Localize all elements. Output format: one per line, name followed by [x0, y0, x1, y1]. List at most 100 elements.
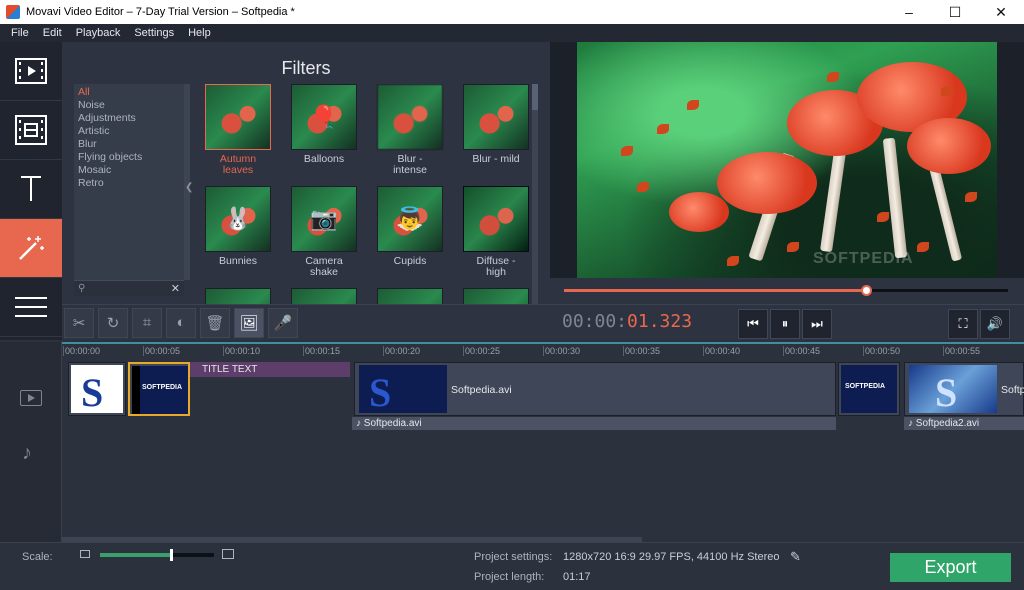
clip-thumbnail-s: S: [369, 370, 392, 413]
filter-label: Blur - intense: [393, 153, 427, 176]
video-clip[interactable]: S: [68, 362, 126, 416]
category-blur[interactable]: Blur: [74, 138, 184, 151]
pencil-icon[interactable]: ✎: [790, 549, 801, 565]
timeline-ruler[interactable]: 00:00:00 00:00:05 00:00:10 00:00:15 00:0…: [62, 342, 1024, 360]
text-icon: [21, 176, 41, 201]
menu-edit[interactable]: Edit: [36, 27, 69, 39]
tool-sidebar: [0, 42, 62, 340]
crop-button[interactable]: ⌗: [132, 307, 162, 338]
filter-item-diffuse-high[interactable]: Diffuse - high: [456, 186, 534, 278]
clip-thumbnail-text: SOFTPEDIA: [845, 383, 886, 390]
category-mosaic[interactable]: Mosaic: [74, 164, 184, 177]
filter-item-partial[interactable]: [198, 288, 278, 304]
edit-toolbar: ✂ ↻ ⌗ ◐ 🗑 🖼 🎤: [62, 304, 550, 340]
preview-frame[interactable]: SOFTPEDIA: [577, 42, 997, 278]
ruler-tick: 00:00:05: [142, 346, 181, 356]
timecode-live: 01.323: [627, 311, 693, 332]
project-length-label: Project length:: [474, 571, 545, 583]
watermark: SOFTPEDIA: [813, 250, 914, 267]
close-button[interactable]: ✕: [978, 0, 1024, 24]
timeline-tracks: S SOFTPEDIA TITLE TEXT S Softpedia.avi S…: [62, 360, 1024, 542]
filter-item-bunnies[interactable]: 🐰 Bunnies: [198, 186, 278, 267]
filters-title: Filters: [281, 58, 331, 78]
clip-name: Softp: [1001, 384, 1024, 396]
transitions-tab[interactable]: [0, 101, 62, 160]
leaf: [687, 100, 699, 110]
collapse-arrow-icon[interactable]: ❮: [185, 182, 193, 193]
menu-help[interactable]: Help: [181, 27, 218, 39]
filter-item-camera-shake[interactable]: 📷 Camera shake: [284, 186, 364, 278]
leaf: [621, 146, 633, 156]
menu-settings[interactable]: Settings: [127, 27, 181, 39]
titles-tab[interactable]: [0, 160, 62, 219]
scrollbar-thumb[interactable]: [532, 84, 538, 110]
export-button[interactable]: Export: [890, 553, 1011, 582]
category-noise[interactable]: Noise: [74, 99, 184, 112]
clip-thumbnail: S: [359, 365, 447, 413]
filter-thumbnail: 👼: [377, 186, 443, 252]
next-frame-button[interactable]: ⏭: [802, 309, 832, 339]
video-clip[interactable]: S Softpedia.avi: [354, 362, 836, 416]
filter-item-blur-intense[interactable]: Blur - intense: [370, 84, 450, 176]
pause-button[interactable]: ⏸: [770, 309, 800, 339]
ruler-tick: 00:00:00: [62, 346, 101, 356]
zoom-in-icon[interactable]: [222, 549, 234, 559]
leaf: [637, 182, 649, 192]
video-clip[interactable]: S Softp: [904, 362, 1024, 416]
filter-search-input[interactable]: ⚲ ✕: [74, 280, 184, 296]
video-clip-selected[interactable]: SOFTPEDIA: [128, 362, 190, 416]
menu-playback[interactable]: Playback: [69, 27, 128, 39]
color-adjust-button[interactable]: ◐: [166, 307, 196, 338]
scale-fill: [100, 553, 171, 557]
category-artistic[interactable]: Artistic: [74, 125, 184, 138]
image-properties-button[interactable]: 🖼: [234, 307, 264, 338]
filter-thumbnail: [205, 84, 271, 150]
title-clip[interactable]: TITLE TEXT: [190, 362, 350, 377]
fullscreen-button[interactable]: ⛶: [948, 309, 978, 339]
scale-slider[interactable]: [100, 549, 214, 561]
category-all[interactable]: All: [74, 86, 184, 99]
zoom-out-icon[interactable]: [80, 550, 90, 558]
record-voice-button[interactable]: 🎤: [268, 307, 298, 338]
filters-tab[interactable]: [0, 219, 62, 278]
import-media-tab[interactable]: [0, 42, 62, 101]
more-tools-tab[interactable]: [0, 278, 62, 337]
filter-item-cupids[interactable]: 👼 Cupids: [370, 186, 450, 267]
filter-item-balloons[interactable]: 🎈 Balloons: [284, 84, 364, 165]
ruler-tick: 00:00:20: [382, 346, 421, 356]
filter-item-partial[interactable]: [284, 288, 364, 304]
filter-label: Autumn leaves: [219, 153, 257, 176]
filter-item-blur-mild[interactable]: Blur - mild: [456, 84, 534, 165]
audio-clip[interactable]: ♪ Softpedia2.avi: [904, 417, 1024, 430]
balloon-icon: 🎈: [310, 104, 338, 129]
category-retro[interactable]: Retro: [74, 177, 184, 190]
scale-handle[interactable]: [169, 549, 173, 561]
timecode: 00:00:01.323: [562, 311, 692, 332]
category-adjustments[interactable]: Adjustments: [74, 112, 184, 125]
filter-item-autumn-leaves[interactable]: Autumn leaves: [198, 84, 278, 176]
seek-handle[interactable]: [860, 285, 872, 296]
audio-clip[interactable]: ♪ Softpedia.avi: [352, 417, 836, 430]
minimize-button[interactable]: –: [886, 0, 932, 24]
filter-item-partial[interactable]: [456, 288, 534, 304]
cut-button[interactable]: ✂: [64, 307, 94, 338]
ruler-tick: 00:00:45: [782, 346, 821, 356]
search-icon: ⚲: [78, 283, 86, 294]
clear-search-icon[interactable]: ✕: [171, 282, 180, 295]
menu-file[interactable]: File: [4, 27, 36, 39]
delete-button[interactable]: 🗑: [200, 307, 230, 338]
seek-track[interactable]: [564, 285, 1008, 296]
category-flying-objects[interactable]: Flying objects: [74, 151, 184, 164]
volume-button[interactable]: 🔊: [980, 309, 1010, 339]
filter-item-partial[interactable]: [370, 288, 450, 304]
filter-label: Balloons: [303, 153, 345, 165]
ruler-tick: 00:00:50: [862, 346, 901, 356]
rotate-button[interactable]: ↻: [98, 307, 128, 338]
previous-frame-button[interactable]: ⏮: [738, 309, 768, 339]
ruler-tick: 00:00:35: [622, 346, 661, 356]
filter-label: Diffuse - high: [476, 255, 516, 278]
menu-icon: [15, 297, 47, 317]
filter-grid-scrollbar[interactable]: [532, 84, 538, 304]
maximize-button[interactable]: ☐: [932, 0, 978, 24]
video-clip[interactable]: SOFTPEDIA: [838, 362, 900, 416]
